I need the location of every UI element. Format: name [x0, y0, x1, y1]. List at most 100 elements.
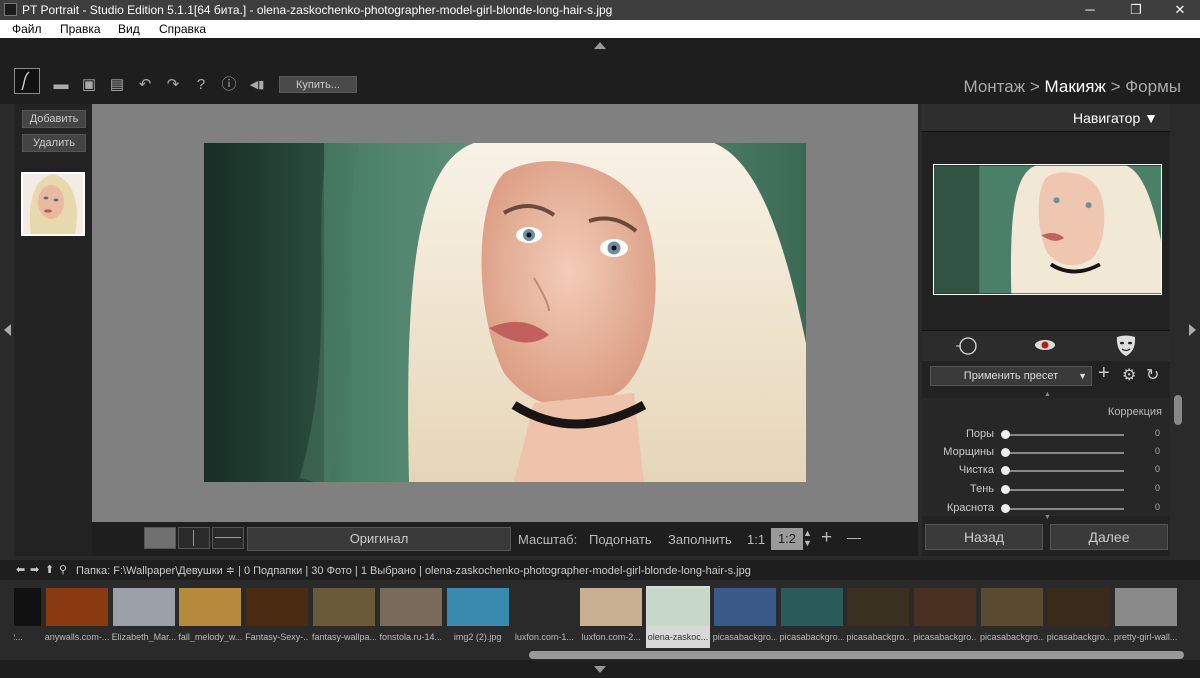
- image-canvas[interactable]: [92, 104, 918, 522]
- save-icon[interactable]: ▣: [80, 76, 98, 94]
- filmstrip-item[interactable]: 86-2...: [14, 586, 42, 648]
- filmstrip-thumbnail[interactable]: [246, 588, 309, 626]
- filmstrip-thumbnail[interactable]: [981, 588, 1043, 626]
- filmstrip-thumbnail[interactable]: [1047, 588, 1110, 626]
- selected-photo-thumbnail[interactable]: [21, 172, 85, 236]
- original-button[interactable]: Оригинал: [247, 527, 511, 551]
- filmstrip-item[interactable]: picasabackgro...: [913, 586, 977, 648]
- filmstrip-item[interactable]: luxfon.com-2...: [579, 586, 643, 648]
- slider-wrinkles[interactable]: Морщины 0: [922, 445, 1170, 461]
- reset-icon[interactable]: ↻: [1146, 368, 1159, 384]
- back-button[interactable]: Назад: [925, 524, 1043, 550]
- right-panel-toggle-icon[interactable]: [1189, 324, 1196, 336]
- collapse-down-icon[interactable]: [594, 666, 606, 673]
- slider-knob[interactable]: [1001, 430, 1010, 439]
- filmstrip-item[interactable]: pretty-girl-wall...: [1114, 586, 1178, 648]
- filmstrip-thumbnail[interactable]: [513, 588, 576, 626]
- add-button[interactable]: Добавить: [22, 110, 86, 128]
- filmstrip-thumbnail[interactable]: [647, 588, 709, 626]
- left-panel-toggle-icon[interactable]: [4, 324, 11, 336]
- maximize-button[interactable]: ❐: [1114, 0, 1158, 20]
- filmstrip-item[interactable]: fantasy-wallpa...: [312, 586, 376, 648]
- mask-icon[interactable]: [1116, 335, 1136, 360]
- next-button[interactable]: Далее: [1050, 524, 1168, 550]
- fill-button[interactable]: Заполнить: [668, 532, 732, 547]
- redo-icon[interactable]: ↷: [164, 76, 182, 94]
- collapse-up-icon[interactable]: [594, 42, 606, 49]
- navigator-header[interactable]: Навигатор ▼: [922, 104, 1170, 132]
- filmstrip-thumbnail[interactable]: [313, 588, 375, 626]
- zoom-spinner-icon[interactable]: ▲ ▼: [803, 528, 812, 548]
- plugin-icon[interactable]: ◀▮: [248, 76, 266, 94]
- filmstrip-thumbnail[interactable]: [847, 588, 910, 626]
- filmstrip-item[interactable]: fall_melody_w...: [178, 586, 242, 648]
- slider-knob[interactable]: [1001, 504, 1010, 513]
- filmstrip-thumbnail[interactable]: [780, 588, 843, 626]
- slider-knob[interactable]: [1001, 466, 1010, 475]
- split-vertical-view-button[interactable]: [178, 527, 210, 549]
- slider-pores[interactable]: Поры 0: [922, 427, 1170, 443]
- filmstrip-thumbnail[interactable]: [379, 588, 442, 626]
- crumb-makeup[interactable]: Макияж: [1045, 77, 1106, 96]
- scroll-up-icon[interactable]: ▲: [1044, 391, 1051, 398]
- remove-button[interactable]: Удалить: [22, 134, 86, 152]
- filmstrip-item[interactable]: Elizabeth_Mar...: [112, 586, 176, 648]
- back-arrow-icon[interactable]: ⬅: [16, 563, 25, 576]
- crumb-forms[interactable]: Формы: [1125, 77, 1181, 96]
- menu-view[interactable]: Вид: [118, 22, 140, 36]
- zoom-select[interactable]: 1:2: [771, 528, 803, 550]
- filmstrip-thumbnail[interactable]: [45, 588, 108, 626]
- buy-button[interactable]: Купить...: [279, 76, 357, 93]
- filmstrip-item[interactable]: picasabackgro...: [713, 586, 777, 648]
- filmstrip-thumbnail[interactable]: [14, 588, 41, 626]
- filmstrip-thumbnail[interactable]: [580, 588, 643, 626]
- filmstrip-item[interactable]: picasabackgro...: [980, 586, 1044, 648]
- up-arrow-icon[interactable]: ⬆: [45, 563, 54, 576]
- filmstrip-item[interactable]: picasabackgro...: [1047, 586, 1111, 648]
- minimize-button[interactable]: ─: [1068, 0, 1112, 20]
- filmstrip-item[interactable]: anywalls.com-...: [45, 586, 109, 648]
- split-horizontal-view-button[interactable]: [212, 527, 244, 549]
- undo-icon[interactable]: ↶: [136, 76, 154, 94]
- filmstrip-item[interactable]: luxfon.com-1...: [512, 586, 576, 648]
- navigator-preview[interactable]: [933, 164, 1162, 295]
- retouch-brush-icon[interactable]: [956, 336, 978, 359]
- filmstrip-item[interactable]: picasabackgro...: [780, 586, 844, 648]
- right-panel-scrollbar[interactable]: [1174, 395, 1182, 425]
- slider-cleaning[interactable]: Чистка 0: [922, 463, 1170, 479]
- single-view-button[interactable]: [144, 527, 176, 549]
- filmstrip-scrollbar[interactable]: [529, 651, 1184, 659]
- slider-knob[interactable]: [1001, 485, 1010, 494]
- menu-file[interactable]: Файл: [12, 22, 42, 36]
- filmstrip-item[interactable]: olena-zaskoc...: [646, 586, 710, 648]
- zoom-out-button[interactable]: —: [847, 529, 861, 545]
- zoom-1-1-button[interactable]: 1:1: [747, 532, 765, 547]
- menu-help[interactable]: Справка: [159, 22, 206, 36]
- filmstrip-thumbnail[interactable]: [1114, 588, 1177, 626]
- search-icon[interactable]: ⚲: [59, 563, 67, 576]
- folder-path-text[interactable]: Папка: F:\Wallpaper\Девушки ≑ | 0 Подпап…: [76, 564, 751, 577]
- crumb-montage[interactable]: Монтаж: [963, 77, 1025, 96]
- menu-edit[interactable]: Правка: [60, 22, 101, 36]
- filmstrip-item[interactable]: Fantasy-Sexy-...: [245, 586, 309, 648]
- slider-shadow[interactable]: Тень 0: [922, 482, 1170, 498]
- add-preset-icon[interactable]: +: [1098, 363, 1110, 383]
- close-button[interactable]: ✕: [1158, 0, 1200, 20]
- help-icon[interactable]: ?: [192, 76, 210, 94]
- filmstrip-thumbnail[interactable]: [914, 588, 977, 626]
- apply-preset-dropdown[interactable]: Применить пресет ▼: [930, 366, 1092, 386]
- info-icon[interactable]: ⓘ: [220, 76, 238, 94]
- gear-icon[interactable]: ⚙: [1122, 368, 1136, 384]
- save-as-icon[interactable]: ▤: [108, 76, 126, 94]
- filmstrip-thumbnail[interactable]: [179, 588, 242, 626]
- filmstrip-thumbnail[interactable]: [713, 588, 776, 626]
- scroll-down-icon[interactable]: ▼: [1044, 514, 1051, 521]
- forward-arrow-icon[interactable]: ➡: [30, 563, 39, 576]
- filmstrip-item[interactable]: picasabackgro...: [846, 586, 910, 648]
- filmstrip-item[interactable]: img2 (2).jpg: [446, 586, 510, 648]
- main-photo[interactable]: [204, 143, 806, 482]
- eye-icon[interactable]: [1034, 337, 1056, 356]
- filmstrip-item[interactable]: fonstola.ru-14...: [379, 586, 443, 648]
- filmstrip-thumbnail[interactable]: [112, 588, 175, 626]
- fit-button[interactable]: Подогнать: [589, 532, 652, 547]
